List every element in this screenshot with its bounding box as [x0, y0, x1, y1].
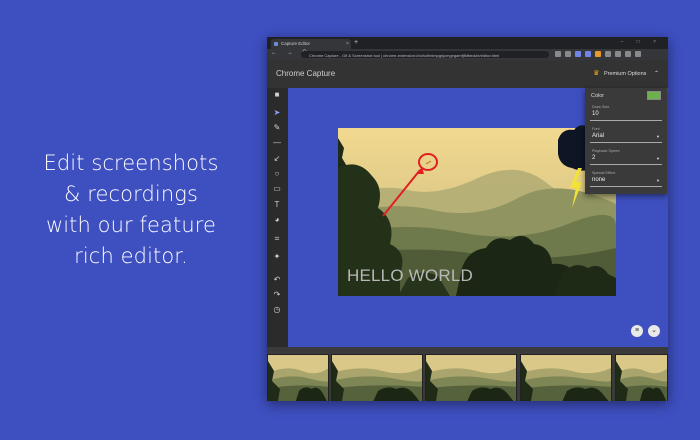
highlight-icon[interactable]: ✦ — [272, 252, 282, 262]
url-field[interactable]: Chrome Capture - Gif & Screenshot tool |… — [301, 51, 549, 58]
thumbnail-landscape — [426, 355, 516, 401]
promo-line: & recordings — [63, 182, 199, 206]
app-title: Chrome Capture — [276, 69, 336, 78]
field-label: Font — [592, 127, 600, 131]
frame-thumbnail[interactable] — [520, 354, 612, 401]
premium-options-toggle[interactable]: ♛ Premium Options ⌃ — [593, 69, 659, 77]
field-value: 10 — [592, 111, 599, 117]
field-value: Arial — [592, 133, 605, 139]
premium-options-panel: Color Draw Size 10 Font Arial ▼ Playback… — [585, 88, 667, 194]
frame-thumbnail[interactable] — [615, 354, 668, 401]
frame-thumbnail[interactable] — [331, 354, 423, 401]
caret-down-icon: ▼ — [656, 134, 660, 139]
thumbnail-landscape — [521, 355, 611, 401]
extension-icon[interactable] — [575, 51, 581, 57]
premium-options-label: Premium Options — [603, 71, 647, 77]
thumbnail-landscape — [268, 355, 328, 401]
frame-thumbnail[interactable] — [425, 354, 517, 401]
extension-icon[interactable] — [605, 51, 611, 57]
select-icon[interactable]: ➤ — [272, 108, 282, 118]
lightning-bolt — [570, 168, 582, 208]
tab-title: Capture Editor — [281, 41, 311, 46]
frame-filmstrip — [267, 347, 668, 401]
app-header: Chrome Capture ♛ Premium Options ⌃ — [267, 60, 668, 88]
promo-line: Edit screenshots — [43, 151, 219, 175]
thumbnail-landscape — [616, 355, 667, 401]
field-value: 2 — [592, 155, 596, 161]
field-label: Special Effect — [592, 171, 616, 175]
line-icon[interactable]: — — [272, 138, 282, 148]
undo-icon[interactable]: ↶ — [272, 275, 282, 285]
pen-icon[interactable]: ✎ — [272, 123, 282, 133]
circle-icon[interactable]: ○ — [272, 169, 282, 179]
promo-line: with our feature — [45, 213, 217, 237]
blur-icon[interactable]: ◕ — [272, 215, 282, 225]
thumbnail-landscape — [332, 355, 422, 401]
menu-icon[interactable] — [635, 51, 641, 57]
expand-button[interactable]: ⌄ — [648, 325, 660, 337]
new-tab-icon[interactable]: + — [354, 39, 358, 47]
caret-down-icon: ▼ — [656, 178, 660, 183]
field-label: Draw Size — [592, 105, 610, 109]
frame-thumbnail[interactable] — [267, 354, 329, 401]
bookmark-icon[interactable] — [565, 51, 571, 57]
browser-tab-strip: Capture Editor × + – □ × — [267, 37, 668, 49]
extension-icons — [555, 51, 641, 58]
editor-window: Capture Editor × + – □ × ← → C Chrome Ca… — [267, 37, 668, 401]
arrow-annotation — [382, 169, 421, 217]
save-icon[interactable]: ■ — [272, 90, 282, 100]
browser-address-bar: ← → C Chrome Capture - Gif & Screenshot … — [267, 49, 668, 60]
chevron-up-icon: ⌃ — [653, 71, 659, 77]
tab-close-icon[interactable]: × — [346, 41, 349, 47]
special-effect-select[interactable]: Special Effect none ▼ — [590, 170, 662, 187]
history-icon[interactable]: ◷ — [272, 305, 282, 315]
window-controls[interactable]: – □ × — [621, 39, 663, 45]
url-text: Chrome Capture - Gif & Screenshot tool |… — [309, 52, 500, 58]
field-value: none — [592, 177, 606, 183]
bird-mark — [425, 160, 432, 165]
color-swatch[interactable] — [647, 91, 661, 100]
crown-icon: ♛ — [593, 70, 600, 77]
browser-tab[interactable]: Capture Editor × — [271, 39, 351, 49]
extension-icon[interactable] — [585, 51, 591, 57]
tab-favicon-icon — [274, 42, 278, 46]
arrow-icon[interactable]: ↙ — [272, 154, 282, 164]
profile-icon[interactable] — [625, 51, 631, 57]
color-label: Color — [591, 93, 605, 99]
promo-line: rich editor. — [74, 244, 188, 268]
text-icon[interactable]: T — [272, 200, 282, 210]
playback-speed-select[interactable]: Playback Speed 2 ▼ — [590, 148, 662, 165]
puzzle-icon[interactable] — [615, 51, 621, 57]
draw-size-field[interactable]: Draw Size 10 — [590, 104, 662, 121]
caret-down-icon: ▼ — [656, 156, 660, 161]
share-icon[interactable] — [555, 51, 561, 57]
crop-icon[interactable]: ⌗ — [272, 234, 282, 244]
tool-rail: ■ ➤ ✎ — ↙ ○ ▭ T ◕ ⌗ ✦ ↶ ↷ ◷ — [267, 88, 287, 347]
font-select[interactable]: Font Arial ▼ — [590, 126, 662, 143]
extension-icon[interactable] — [595, 51, 601, 57]
rectangle-icon[interactable]: ▭ — [272, 184, 282, 194]
redo-icon[interactable]: ↷ — [272, 290, 282, 300]
layers-button[interactable]: ≡ — [631, 325, 643, 337]
promo-headline: Edit screenshots & recordings with our f… — [18, 148, 244, 272]
field-label: Playback Speed — [592, 149, 620, 153]
